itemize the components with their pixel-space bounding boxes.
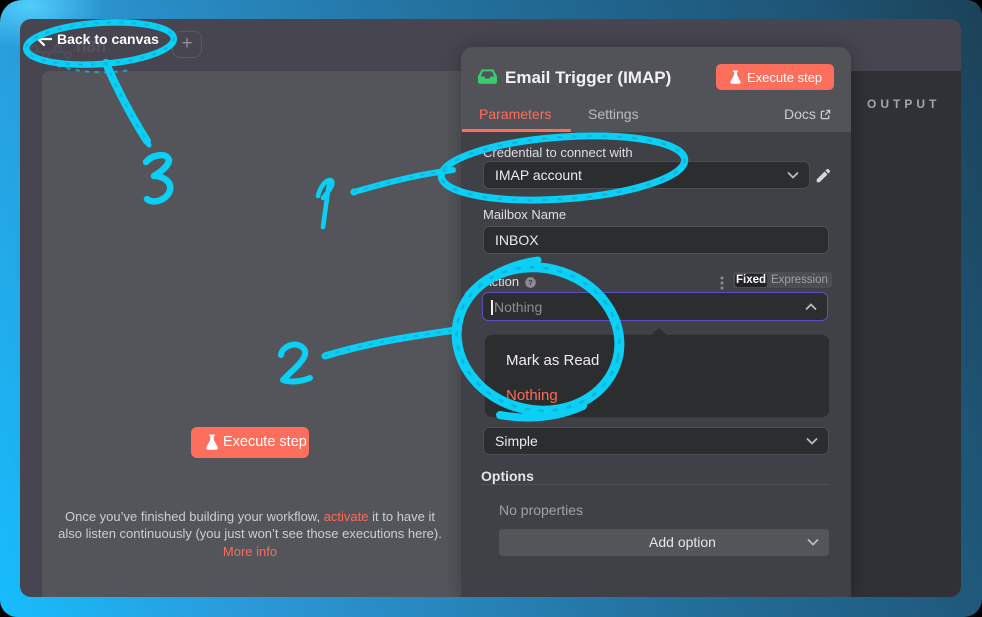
svg-text:?: ? xyxy=(528,277,533,286)
